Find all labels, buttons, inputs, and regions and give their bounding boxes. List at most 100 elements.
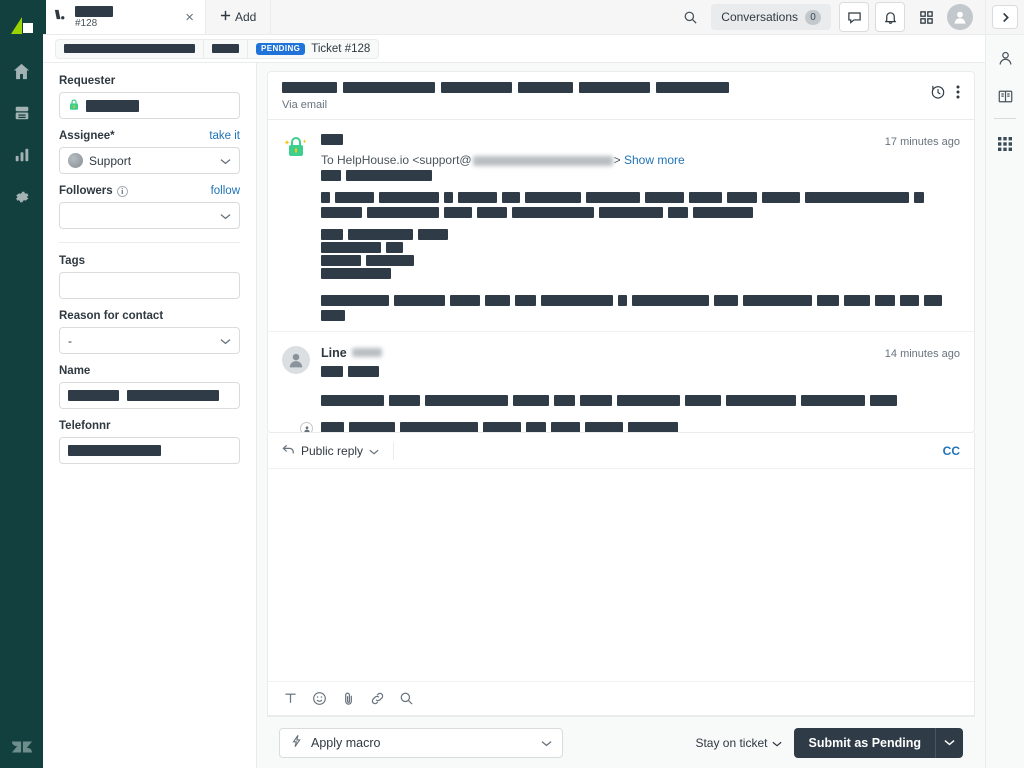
message-item: 17 minutes ago To HelpHouse.io <support@…: [268, 120, 974, 331]
attachment-icon[interactable]: [341, 691, 356, 706]
reason-head: Reason for contact: [59, 310, 240, 322]
composer-header: Public reply CC: [268, 433, 974, 469]
text-format-icon[interactable]: [283, 691, 298, 706]
phone-label: Telefonnr: [59, 420, 111, 432]
name-input[interactable]: [59, 382, 240, 409]
sidebar-item-home[interactable]: [5, 54, 39, 88]
cc-button[interactable]: CC: [943, 444, 960, 458]
info-icon[interactable]: i: [117, 186, 128, 197]
zendesk-logo[interactable]: [7, 10, 37, 40]
customer-context-icon[interactable]: [990, 43, 1020, 73]
ticket-label: Ticket #128: [311, 43, 370, 55]
breadcrumb-segment-2[interactable]: [204, 40, 248, 58]
tags-input[interactable]: [59, 272, 240, 299]
chevron-down-icon: [772, 736, 782, 750]
lightning-bolt-icon: [290, 734, 303, 751]
greeting-redacted: [321, 366, 960, 377]
field-assignee: Assignee* take it Support: [59, 130, 240, 174]
lock-icon: [68, 98, 80, 114]
breadcrumb-ticket[interactable]: PENDING Ticket #128: [248, 40, 378, 58]
take-it-link[interactable]: take it: [209, 130, 240, 142]
message-author: Line: [321, 346, 347, 360]
paragraph-redacted: [321, 422, 960, 432]
reply-textarea[interactable]: [268, 469, 974, 681]
submit-button[interactable]: Submit as Pending: [794, 728, 935, 758]
lock-avatar-icon: [282, 134, 310, 162]
paragraph-redacted: [321, 395, 960, 406]
top-bar: #128 × Add Conversations 0: [43, 0, 985, 35]
message-content: 17 minutes ago To HelpHouse.io <support@…: [321, 134, 960, 321]
status-badge: PENDING: [256, 43, 305, 55]
line-redacted: [321, 229, 960, 240]
line-redacted: [321, 255, 960, 266]
reply-channel-selector[interactable]: Public reply: [282, 444, 379, 458]
add-tab-label: Add: [235, 10, 256, 24]
requester-label: Requester: [59, 75, 115, 87]
reason-label: Reason for contact: [59, 310, 163, 322]
message-avatar: [282, 134, 310, 321]
zendesk-mark: [0, 736, 43, 758]
add-tab-button[interactable]: Add: [206, 0, 271, 34]
apps-grid-icon[interactable]: [911, 2, 941, 32]
chevron-right-icon[interactable]: [992, 5, 1018, 29]
close-icon[interactable]: ×: [182, 8, 197, 27]
field-followers: Followers i follow: [59, 185, 240, 229]
reason-select[interactable]: -: [59, 327, 240, 354]
requester-input[interactable]: [59, 92, 240, 119]
chevron-down-icon: [369, 444, 379, 458]
conversation-header: Via email: [268, 72, 974, 120]
knowledge-book-icon[interactable]: [990, 81, 1020, 111]
conversations-button[interactable]: Conversations 0: [711, 4, 831, 30]
redacted-text: [68, 445, 161, 456]
ticket-tab-128[interactable]: #128 ×: [43, 0, 206, 34]
bell-icon[interactable]: [875, 2, 905, 32]
topbar-spacer: [271, 0, 675, 34]
breadcrumb-segment-1[interactable]: [56, 40, 204, 58]
reply-composer: Public reply CC: [267, 433, 975, 716]
field-requester: Requester: [59, 75, 240, 119]
message-item: Line 14 minutes ago: [268, 331, 974, 432]
follow-link[interactable]: follow: [211, 185, 240, 197]
emoji-icon[interactable]: [312, 691, 327, 706]
field-name: Name: [59, 365, 240, 409]
followers-select[interactable]: [59, 202, 240, 229]
field-telefonnr: Telefonnr: [59, 420, 240, 464]
chat-bubble-icon[interactable]: [839, 2, 869, 32]
via-label: Via email: [282, 99, 930, 111]
redacted-text: [127, 390, 219, 401]
apply-macro-select[interactable]: Apply macro: [279, 728, 563, 758]
followers-label: Followers i: [59, 185, 128, 197]
ticket-properties-panel: Requester: [43, 63, 257, 768]
link-icon[interactable]: [370, 691, 385, 706]
assignee-value: Support: [89, 154, 131, 168]
sidebar-item-reporting[interactable]: [5, 138, 39, 172]
apps-grid-icon[interactable]: [990, 129, 1020, 159]
requester-value-redacted: [86, 100, 139, 112]
divider: [994, 118, 1016, 119]
sidebar-item-admin[interactable]: [5, 180, 39, 214]
search-icon[interactable]: [399, 691, 414, 706]
redacted-text: [64, 44, 195, 53]
line-redacted: [321, 268, 960, 279]
phone-input[interactable]: [59, 437, 240, 464]
main-column: #128 × Add Conversations 0: [43, 0, 985, 768]
more-options-icon[interactable]: [956, 84, 960, 100]
message-timestamp: 17 minutes ago: [885, 136, 960, 148]
ticket-app: #128 × Add Conversations 0: [0, 0, 1024, 768]
user-avatar[interactable]: [947, 4, 973, 30]
submit-options-button[interactable]: [935, 728, 963, 758]
recipient-suffix: >: [614, 153, 621, 167]
stay-on-ticket-select[interactable]: Stay on ticket: [695, 736, 782, 750]
redacted-text: [212, 44, 239, 53]
assignee-select[interactable]: Support: [59, 147, 240, 174]
assignee-head: Assignee* take it: [59, 130, 240, 142]
group-avatar: [68, 153, 83, 168]
search-icon[interactable]: [675, 2, 705, 32]
history-clock-icon[interactable]: [930, 84, 946, 100]
conversations-count: 0: [805, 10, 821, 25]
message-list: 17 minutes ago To HelpHouse.io <support@…: [268, 120, 974, 432]
sidebar-item-views[interactable]: [5, 96, 39, 130]
recipient-email-blurred: [473, 156, 613, 166]
show-more-link[interactable]: Show more: [624, 153, 685, 167]
paragraph-redacted: [321, 295, 960, 321]
